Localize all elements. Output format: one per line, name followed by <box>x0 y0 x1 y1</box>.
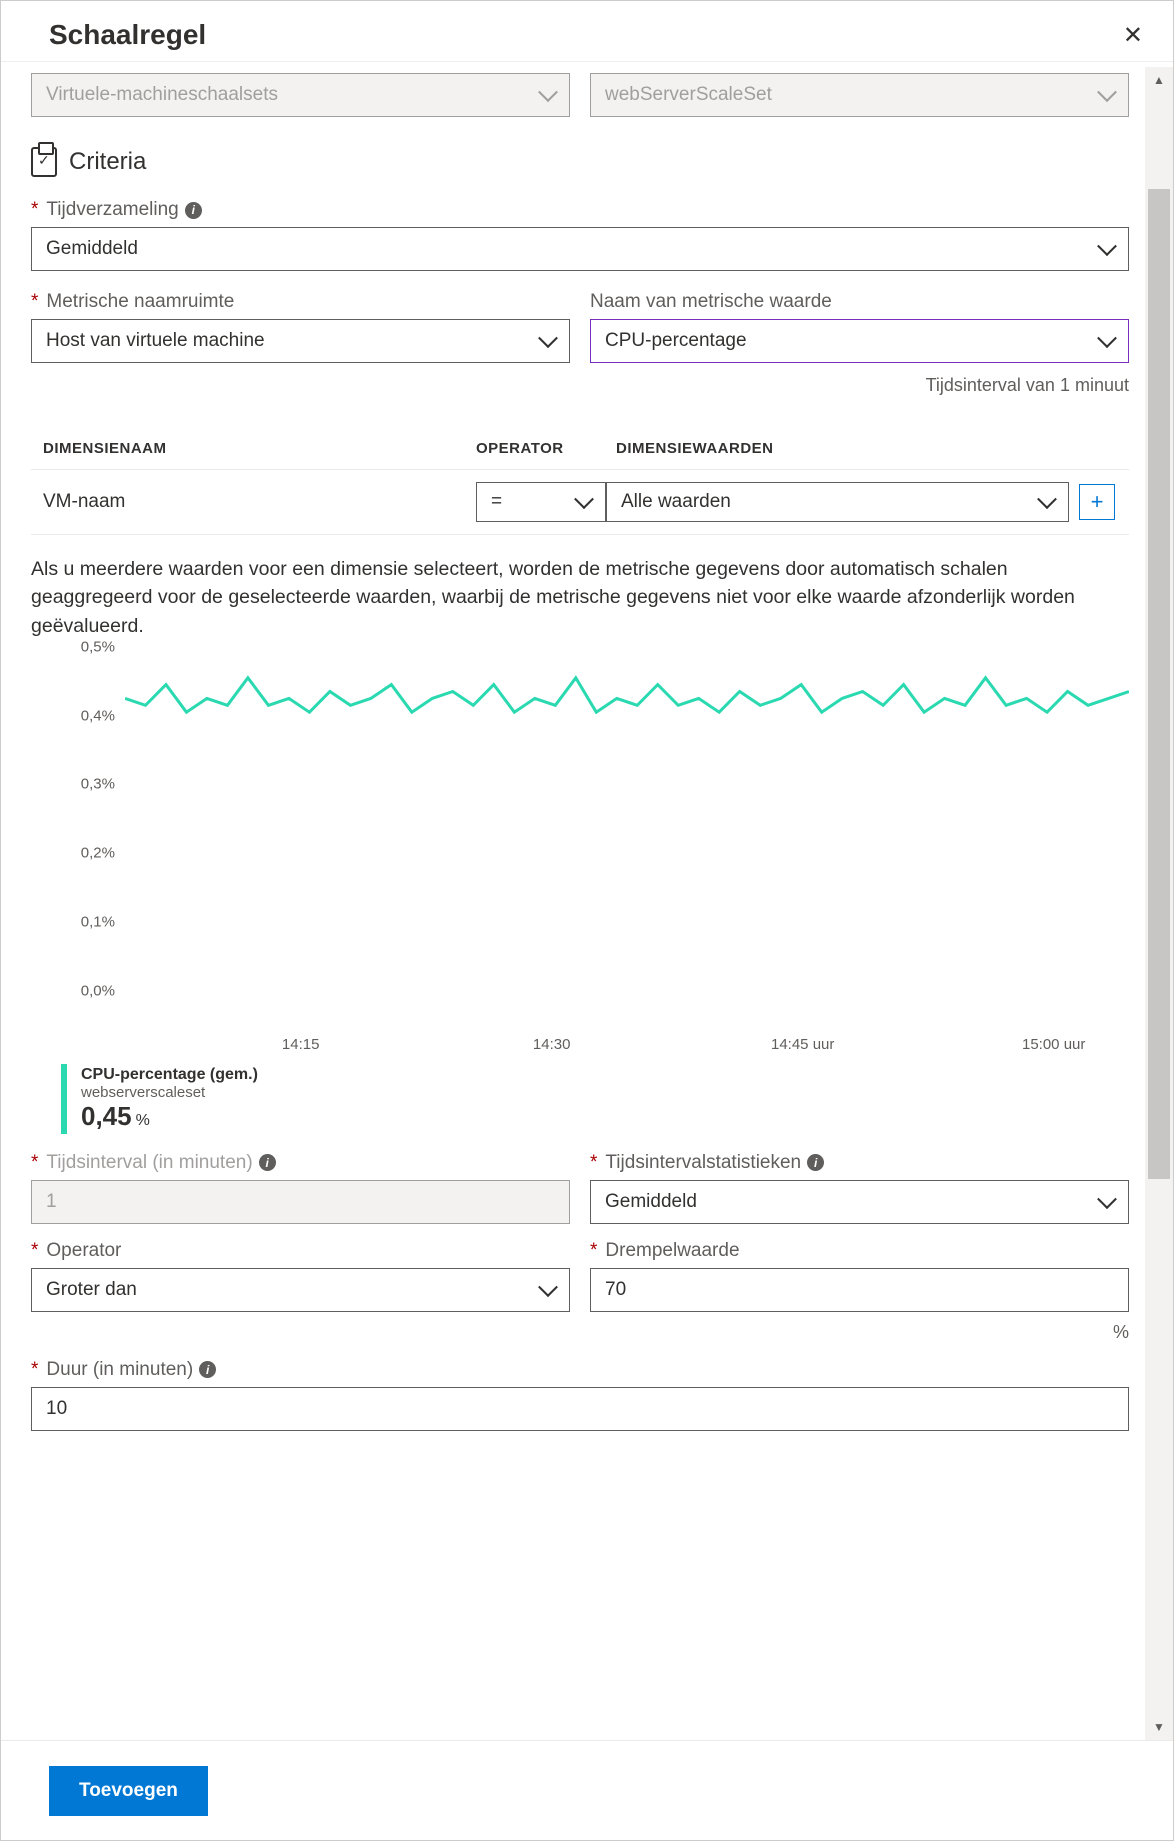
th-values: DIMENSIEWAARDEN <box>616 440 1129 457</box>
th-dimension: DIMENSIENAAM <box>31 440 476 457</box>
scroll-area: Virtuele-machineschaalsets webServerScal… <box>1 67 1145 1740</box>
dimension-values-select[interactable]: Alle waarden <box>606 482 1069 522</box>
panel-title: Schaalregel <box>49 19 206 51</box>
add-dimension-button[interactable]: + <box>1079 484 1115 520</box>
info-icon[interactable]: i <box>185 202 202 219</box>
scroll-up-icon[interactable]: ▲ <box>1145 67 1173 93</box>
time-grain-note: Tijdsinterval van 1 minuut <box>590 375 1129 396</box>
info-icon[interactable]: i <box>199 1361 216 1378</box>
resource-select: webServerScaleSet <box>590 73 1129 117</box>
info-icon[interactable]: i <box>259 1154 276 1171</box>
time-aggregation-select[interactable]: Gemiddeld <box>31 227 1129 271</box>
legend-color-bar <box>61 1064 67 1134</box>
add-button[interactable]: Toevoegen <box>49 1766 208 1816</box>
criteria-heading: Criteria <box>69 148 146 176</box>
dimension-name: VM-naam <box>31 491 476 513</box>
th-operator: OPERATOR <box>476 440 616 457</box>
time-grain-input: 1 <box>31 1180 570 1224</box>
info-icon[interactable]: i <box>807 1154 824 1171</box>
chart-svg <box>125 664 1129 1008</box>
threshold-input[interactable]: 70 <box>590 1268 1129 1312</box>
dimension-row: VM-naam = Alle waarden + <box>31 470 1129 535</box>
scroll-down-icon[interactable]: ▼ <box>1145 1714 1173 1740</box>
resource-type-select: Virtuele-machineschaalsets <box>31 73 570 117</box>
dimension-operator-select[interactable]: = <box>476 482 606 522</box>
criteria-icon <box>31 147 57 177</box>
scrollbar-thumb[interactable] <box>1148 189 1170 1179</box>
scrollbar[interactable]: ▲ ▼ <box>1145 67 1173 1740</box>
time-statistic-select[interactable]: Gemiddeld <box>590 1180 1129 1224</box>
operator-select[interactable]: Groter dan <box>31 1268 570 1312</box>
dimension-help-text: Als u meerdere waarden voor een dimensie… <box>31 555 1129 640</box>
duration-input[interactable]: 10 <box>31 1387 1129 1431</box>
chart-legend: CPU-percentage (gem.) webserverscaleset … <box>61 1064 1129 1134</box>
metric-namespace-select[interactable]: Host van virtuele machine <box>31 319 570 363</box>
close-icon[interactable]: ✕ <box>1123 21 1143 50</box>
metric-name-select[interactable]: CPU-percentage <box>590 319 1129 363</box>
metric-chart: 0,0%0,1%0,2%0,3%0,4%0,5% 14:1514:3014:45… <box>61 664 1129 1064</box>
